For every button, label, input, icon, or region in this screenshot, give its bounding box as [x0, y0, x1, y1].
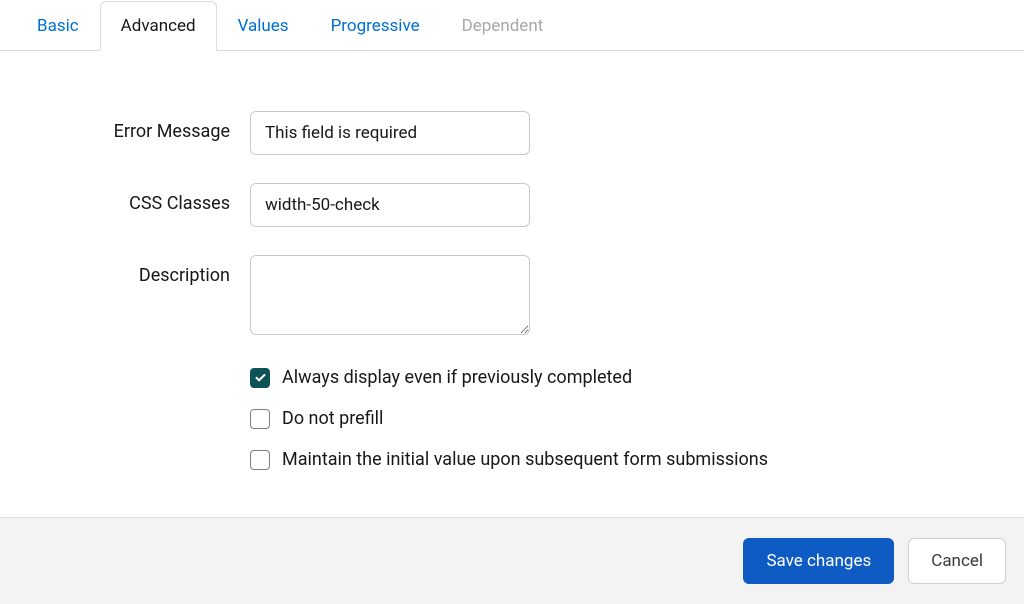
cancel-button[interactable]: Cancel	[908, 538, 1006, 584]
tab-progressive[interactable]: Progressive	[310, 1, 441, 51]
row-css-classes: CSS Classes	[20, 183, 1004, 227]
check-icon	[254, 371, 267, 384]
checkbox-label-always-display[interactable]: Always display even if previously comple…	[282, 367, 632, 388]
tab-basic[interactable]: Basic	[16, 1, 100, 51]
tab-values[interactable]: Values	[217, 1, 310, 51]
row-error-message: Error Message	[20, 111, 1004, 155]
checkbox-maintain-initial[interactable]	[250, 450, 270, 470]
save-button[interactable]: Save changes	[743, 538, 894, 584]
checkbox-label-do-not-prefill[interactable]: Do not prefill	[282, 408, 383, 429]
form-panel: Error Message CSS Classes Description Al…	[0, 51, 1024, 510]
tab-dependent: Dependent	[441, 1, 565, 51]
label-css-classes: CSS Classes	[20, 183, 250, 214]
label-description: Description	[20, 255, 250, 286]
row-description: Description	[20, 255, 1004, 339]
input-css-classes[interactable]	[250, 183, 530, 227]
checkbox-always-display[interactable]	[250, 368, 270, 388]
checkbox-row-maintain-initial: Maintain the initial value upon subseque…	[20, 449, 1004, 470]
tab-advanced[interactable]: Advanced	[100, 1, 217, 51]
checkbox-do-not-prefill[interactable]	[250, 409, 270, 429]
input-error-message[interactable]	[250, 111, 530, 155]
checkbox-row-do-not-prefill: Do not prefill	[20, 408, 1004, 429]
checkbox-row-always-display: Always display even if previously comple…	[20, 367, 1004, 388]
label-error-message: Error Message	[20, 111, 250, 142]
footer-bar: Save changes Cancel	[0, 517, 1024, 604]
input-description[interactable]	[250, 255, 530, 335]
tab-bar: Basic Advanced Values Progressive Depend…	[0, 0, 1024, 51]
checkbox-label-maintain-initial[interactable]: Maintain the initial value upon subseque…	[282, 449, 768, 470]
